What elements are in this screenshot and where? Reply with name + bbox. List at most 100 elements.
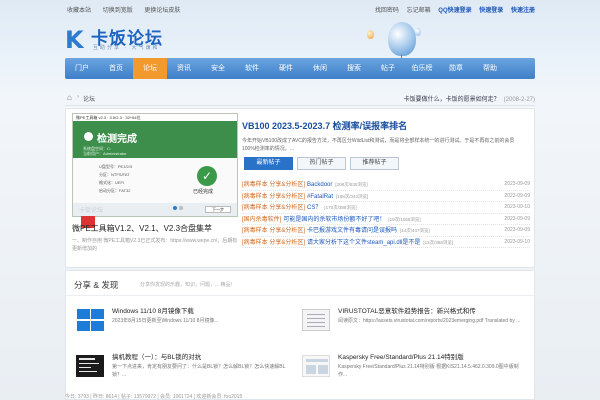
thread-category[interactable]: [病毒样本 分享&分析区] (242, 182, 305, 188)
tab-recommended[interactable]: 推荐帖子 (350, 157, 399, 170)
nav-item[interactable]: 资讯 (167, 58, 201, 79)
hot-air-balloon-icon (388, 22, 416, 56)
nav-item[interactable]: 软件 (235, 58, 269, 79)
breadcrumb-separator: › (77, 94, 79, 100)
slide-caption[interactable]: 微PE工具箱V1.2、V2.1、V2.3合盘集萃 (72, 223, 212, 234)
thread-row[interactable]: [病毒样本 分享&分析区] 请大家分析下这个文件steam_api.dll是不是[… (242, 237, 530, 248)
thread-date: 2023-09-10 (504, 238, 530, 245)
thread-row[interactable]: [病毒样本 分享&分析区] CS？ [170次/388浏览] 2023-09-10 (242, 202, 530, 214)
slide-pager[interactable] (173, 205, 185, 212)
share-card[interactable]: VIRUSTOTAL恶意软件趋势报告：新兴格式和传 阅读原文：https://a… (300, 303, 528, 341)
nav-item[interactable]: 首页 (99, 58, 133, 79)
nav-item[interactable]: 门户 (65, 58, 99, 79)
thread-date: 2023-09-09 (504, 181, 530, 187)
quick-login-link[interactable]: 快速登录 (479, 8, 503, 14)
slide-done-text: 已经完成 (193, 189, 214, 195)
section-subtitle: 分享你发现的乐趣，知识，问题，... 精品！ (140, 282, 236, 288)
thread-row[interactable]: [病毒样本 分享&分析区] #FatalRat [188次/342浏览] 2023-0… (242, 191, 530, 202)
nav-item[interactable]: 帮助 (473, 58, 507, 79)
thread-category[interactable]: [病毒样本 分享&分析区] (242, 240, 305, 246)
featured-slide-image[interactable]: 微PE工具箱 v2.3 · 3.5/2.3 · 32+64位 检测完成 系统盘空… (72, 113, 238, 228)
qq-login-link[interactable]: QQ快速登录 (438, 8, 471, 14)
small-balloon-icon (367, 30, 374, 39)
thread-row[interactable]: [病毒样本 分享&分析区] Backdoor [208次/535浏览] 2023-09… (242, 179, 530, 191)
nav-item[interactable]: 论坛 (133, 58, 167, 79)
announcement[interactable]: 卡饭要做什么，卡饭的愿景如何走？ (2008-2-27) (404, 94, 535, 103)
thread-category[interactable]: [病毒样本 分享&分析区] (242, 205, 305, 211)
main-nav: 门户 首页 论坛 资讯 安全 软件 硬件 休闲 搜索 帖子 伯乐榜 勋章 帮助 (65, 58, 535, 79)
thread-category[interactable]: [病毒样本 分享&分析区] (242, 228, 305, 234)
top-bar-left: 收藏本站 切换到宽版 更换论坛皮肤 (67, 5, 190, 14)
nav-item[interactable]: 安全 (201, 58, 235, 79)
slide-row: U盘型号：PE1/2/3 (99, 164, 133, 169)
announcement-text[interactable]: 卡饭要做什么，卡饭的愿景如何走？ (404, 97, 500, 103)
thread-title[interactable]: #FatalRat (307, 194, 333, 200)
change-skin-link[interactable]: 更换论坛皮肤 (144, 8, 180, 14)
forum-stats: 今日: 3793 | 昨日: 8614 | 帖子: 13579972 | 会员:… (65, 394, 243, 400)
slide-row: 格式化：UEFI (99, 180, 125, 185)
slide-row: 分区：NTFS/FAT (99, 172, 130, 177)
thread-date: 2023-09-09 (504, 215, 530, 222)
breadcrumb-current[interactable]: 论坛 (83, 94, 95, 103)
slide-window-titlebar: 微PE工具箱 v2.3 · 3.5/2.3 · 32+64位 (73, 114, 237, 121)
thread-category[interactable]: [国内杀毒软件] (242, 217, 281, 223)
wide-mode-link[interactable]: 切换到宽版 (103, 8, 133, 14)
site-logo[interactable]: K 卡饭论坛 互助分享 · 大气谦和 (65, 22, 205, 56)
slide-footer-bar: 卡饭论坛 下一步 (73, 203, 237, 216)
share-card[interactable]: 搞机教程（一）：与BL锁的对抗 第一下点进来，肯定有朋友要问了：什么是BL锁？怎… (74, 349, 302, 387)
top-bar-right: 找回密码 忘记邮箱 QQ快速登录 快速登录 快速注册 (369, 5, 535, 14)
windows-logo-icon[interactable] (76, 309, 104, 331)
thread-title[interactable]: 可能是国内的杀软市场份额不好了吧！ (283, 217, 385, 223)
nav-item[interactable]: 搜索 (337, 58, 371, 79)
share-card-title[interactable]: 搞机教程（一）：与BL锁的对抗 (112, 351, 201, 361)
share-card[interactable]: Kaspersky Free/Standard/Plus 21.14特别版 Ka… (300, 349, 528, 387)
thread-title[interactable]: Backdoor (307, 182, 332, 188)
share-card-desc: 2023年8月15日更新至Windows 11/10 8月镜像... (112, 318, 219, 324)
share-card-title[interactable]: VIRUSTOTAL恶意软件趋势报告：新兴格式和传 (338, 305, 476, 315)
nav-item[interactable]: 帖子 (371, 58, 405, 79)
nav-item[interactable]: 勋章 (439, 58, 473, 79)
thread-stats: [14次/447浏览] (400, 228, 430, 233)
bookmark-link[interactable]: 收藏本站 (67, 8, 91, 14)
slide-dot-active[interactable] (173, 206, 177, 210)
share-card-desc: 阅读原文：https://assets.virustotal.com/repor… (338, 318, 521, 324)
forgot-email-link[interactable]: 忘记邮箱 (407, 8, 431, 14)
logo-mark-icon: K (65, 26, 84, 54)
share-card-title[interactable]: Windows 11/10 8月镜像下载 (112, 305, 194, 315)
kaspersky-icon[interactable] (302, 355, 330, 377)
nav-item[interactable]: 硬件 (269, 58, 303, 79)
slide-dot[interactable] (179, 206, 183, 210)
document-icon[interactable] (302, 309, 330, 331)
thread-title[interactable]: 卡巴报游戏文件有毒请问是误报吗 (307, 228, 397, 234)
find-password-link[interactable]: 找回密码 (375, 8, 399, 14)
thread-stats: [208次/535浏览] (335, 182, 368, 187)
thread-row[interactable]: [国内杀毒软件] 可能是国内的杀软市场份额不好了吧！ [19次/1065浏览] 202… (242, 214, 530, 225)
nav-item[interactable]: 伯乐榜 (405, 58, 439, 79)
home-icon[interactable]: ⌂ (67, 93, 72, 102)
tab-latest[interactable]: 最新帖子 (244, 157, 293, 170)
slide-heading: 检测完成 (97, 134, 137, 145)
thread-stats: [188次/342浏览] (336, 193, 369, 199)
slide-row: 启动分区：FAT32 (99, 188, 131, 193)
announcement-date: (2008-2-27) (503, 97, 535, 103)
top-bar: 收藏本站 切换到宽版 更换论坛皮肤 找回密码 忘记邮箱 QQ快速登录 快速登录 … (65, 0, 535, 17)
featured-panel: 微PE工具箱 v2.3 · 3.5/2.3 · 32+64位 检测完成 系统盘空… (65, 108, 535, 268)
headline-summary: 今年开始VB100改成了AVC的报告方法，不再区分WildList和测试，而是将… (242, 138, 515, 152)
thread-list: [病毒样本 分享&分析区] Backdoor [208次/535浏览] 2023-09… (242, 179, 530, 248)
share-card[interactable]: Windows 11/10 8月镜像下载 2023年8月15日更新至Window… (74, 303, 302, 341)
headline-title[interactable]: VB100 2023.5-2023.7 检测率/误报率排名 (242, 119, 407, 132)
terminal-icon[interactable] (76, 355, 104, 377)
tab-hot[interactable]: 热门帖子 (297, 157, 346, 170)
checkmark-icon: ✓ (197, 166, 217, 186)
thread-stats: [13次/368浏览] (423, 239, 454, 245)
slide-next-button: 下一步 (205, 206, 231, 213)
quick-register-link[interactable]: 快速注册 (511, 8, 535, 14)
thread-row[interactable]: [病毒样本 分享&分析区] 卡巴报游戏文件有毒请问是误报吗 [14次/447浏览] 2… (242, 225, 530, 237)
nav-item[interactable]: 休闲 (303, 58, 337, 79)
thread-title[interactable]: CS？ (307, 205, 321, 211)
slide-info-line: 当前用户：Administrator (83, 151, 127, 156)
thread-stats: [170次/388浏览] (324, 205, 357, 210)
share-card-title[interactable]: Kaspersky Free/Standard/Plus 21.14特别版 (338, 351, 464, 361)
thread-title[interactable]: 请大家分析下这个文件steam_api.dll是不是 (307, 240, 420, 246)
thread-category[interactable]: [病毒样本 分享&分析区] (242, 194, 305, 200)
